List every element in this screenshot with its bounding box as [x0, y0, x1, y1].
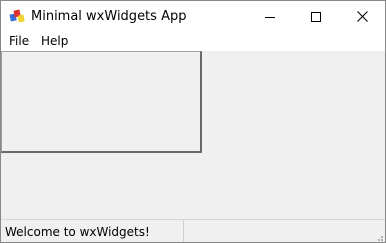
wxwidgets-logo-icon[interactable] [9, 8, 25, 24]
title-bar[interactable]: Minimal wxWidgets App [1, 1, 385, 32]
status-text: Welcome to wxWidgets! [5, 225, 150, 239]
status-field-secondary [185, 220, 371, 242]
client-area [1, 51, 385, 218]
window-title: Minimal wxWidgets App [31, 9, 187, 24]
maximize-icon [311, 7, 321, 26]
status-field-main: Welcome to wxWidgets! [1, 220, 184, 242]
close-button[interactable] [339, 1, 385, 32]
minimize-icon [265, 7, 275, 26]
maximize-button[interactable] [293, 1, 339, 32]
close-icon [356, 7, 368, 26]
size-grip-icon[interactable] [372, 230, 384, 242]
content-panel[interactable] [1, 51, 202, 153]
app-window: Minimal wxWidgets App File Help Welcome … [0, 0, 386, 243]
status-bar: Welcome to wxWidgets! [1, 219, 385, 242]
menu-help[interactable]: Help [41, 34, 68, 49]
minimize-button[interactable] [247, 1, 293, 32]
menu-file[interactable]: File [9, 34, 29, 49]
menu-bar: File Help [1, 32, 385, 51]
